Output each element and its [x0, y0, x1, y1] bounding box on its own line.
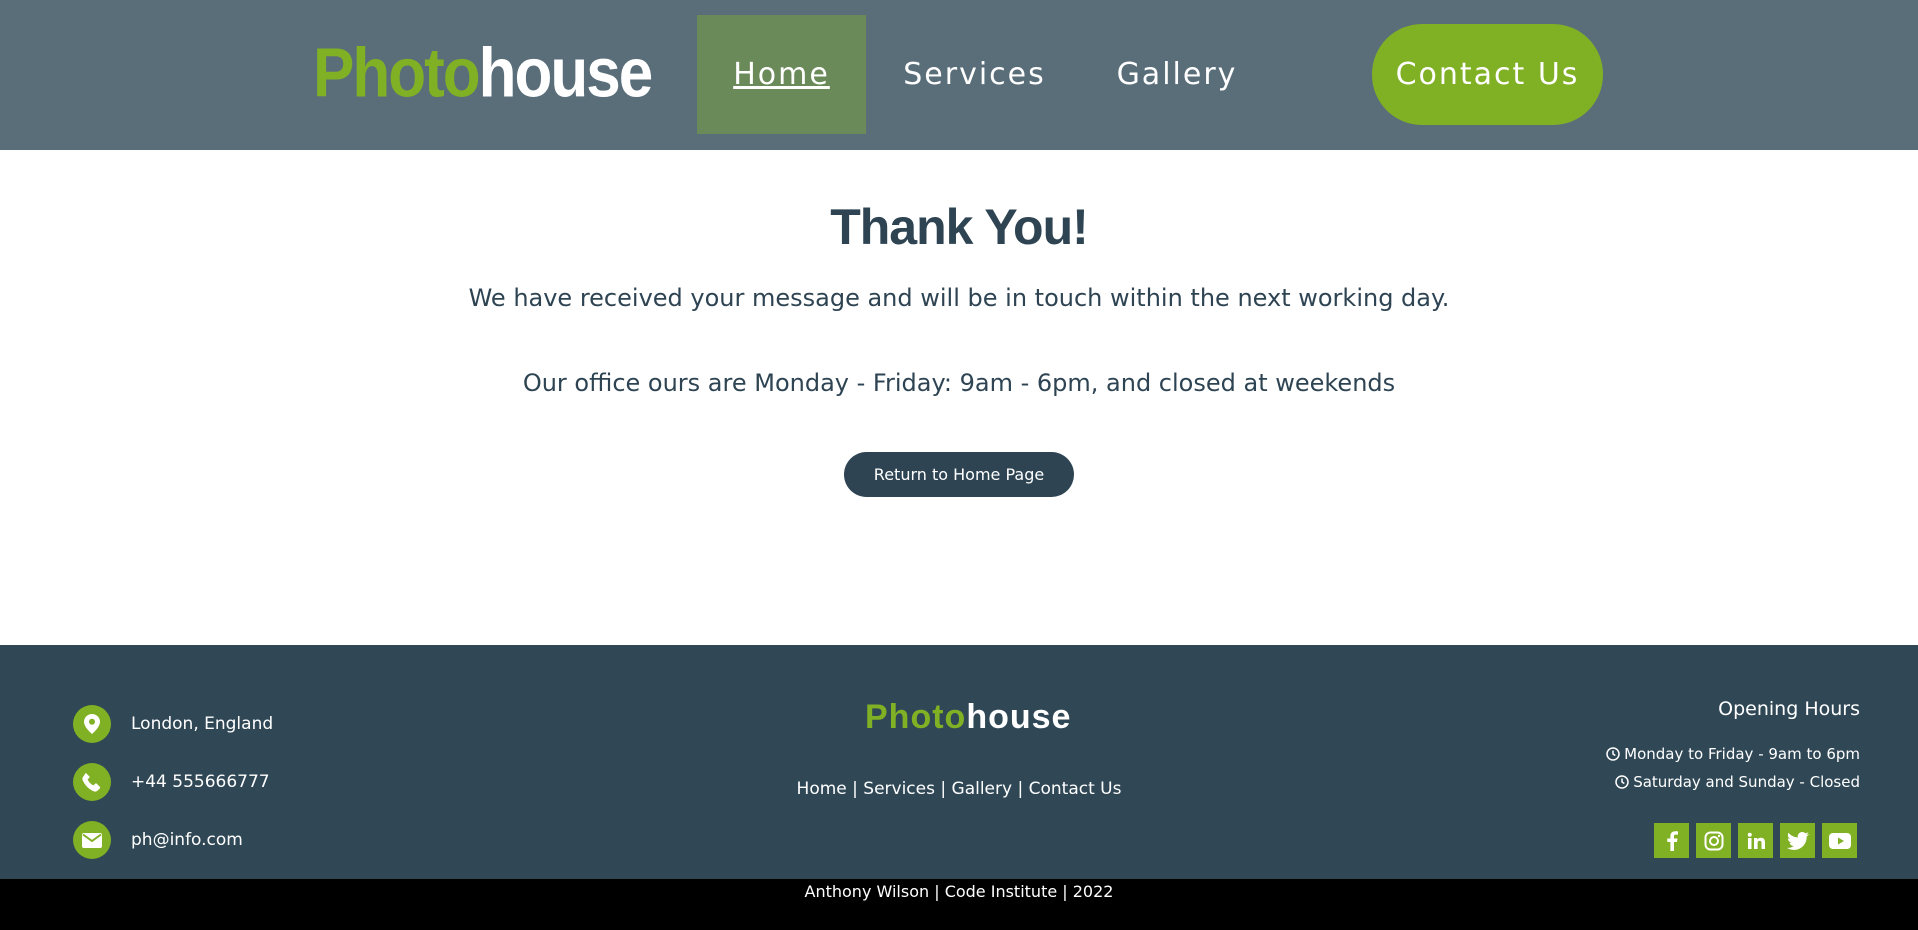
- logo-text-house: house: [478, 34, 654, 113]
- site-header: Photohouse Home Services Gallery Contact…: [0, 0, 1918, 150]
- nav-services-link[interactable]: Services: [892, 15, 1057, 134]
- map-pin-icon: [73, 705, 111, 743]
- contact-location-text: London, England: [131, 714, 274, 734]
- contact-us-button[interactable]: Contact Us: [1372, 24, 1603, 125]
- footer-link-gallery[interactable]: Gallery: [952, 779, 1013, 799]
- social-links: [1654, 823, 1857, 858]
- hours-weekend-text: Saturday and Sunday - Closed: [1633, 773, 1860, 791]
- footer-link-separator: |: [934, 779, 952, 799]
- footer-link-separator: |: [846, 779, 864, 799]
- copyright-bar: Anthony Wilson | Code Institute | 2022: [0, 879, 1918, 930]
- twitter-icon[interactable]: [1780, 823, 1815, 858]
- footer-logo[interactable]: Photohouse: [865, 697, 1071, 737]
- clock-icon: [1606, 747, 1620, 761]
- contact-email-text: ph@info.com: [131, 830, 243, 850]
- facebook-icon[interactable]: [1654, 823, 1689, 858]
- contact-email: ph@info.com: [73, 821, 243, 859]
- site-logo[interactable]: Photohouse: [313, 34, 654, 115]
- office-hours-message: Our office ours are Monday - Friday: 9am…: [522, 369, 1396, 397]
- opening-hours-title: Opening Hours: [1718, 698, 1860, 720]
- footer-link-contact[interactable]: Contact Us: [1029, 779, 1122, 799]
- footer-link-separator: |: [1012, 779, 1029, 799]
- contact-location: London, England: [73, 705, 273, 743]
- footer-logo-photo: Photo: [865, 698, 967, 736]
- site-footer: London, England +44 555666777 ph@info.co…: [0, 645, 1918, 879]
- logo-text-photo: Photo: [313, 34, 481, 113]
- hours-weekend: Saturday and Sunday - Closed: [1615, 773, 1860, 791]
- hours-weekday-text: Monday to Friday - 9am to 6pm: [1624, 745, 1860, 763]
- instagram-icon[interactable]: [1696, 823, 1731, 858]
- page-title: Thank You!: [830, 199, 1089, 255]
- footer-link-home[interactable]: Home: [797, 779, 847, 799]
- footer-logo-house: house: [966, 698, 1072, 736]
- nav-home-link[interactable]: Home: [697, 15, 866, 134]
- return-home-button[interactable]: Return to Home Page: [844, 452, 1074, 497]
- youtube-icon[interactable]: [1822, 823, 1857, 858]
- envelope-icon: [73, 821, 111, 859]
- nav-gallery-link[interactable]: Gallery: [1106, 15, 1248, 134]
- clock-icon: [1615, 775, 1629, 789]
- linkedin-icon[interactable]: [1738, 823, 1773, 858]
- footer-link-services[interactable]: Services: [863, 779, 935, 799]
- hours-weekday: Monday to Friday - 9am to 6pm: [1606, 745, 1860, 763]
- confirmation-message: We have received your message and will b…: [468, 284, 1450, 312]
